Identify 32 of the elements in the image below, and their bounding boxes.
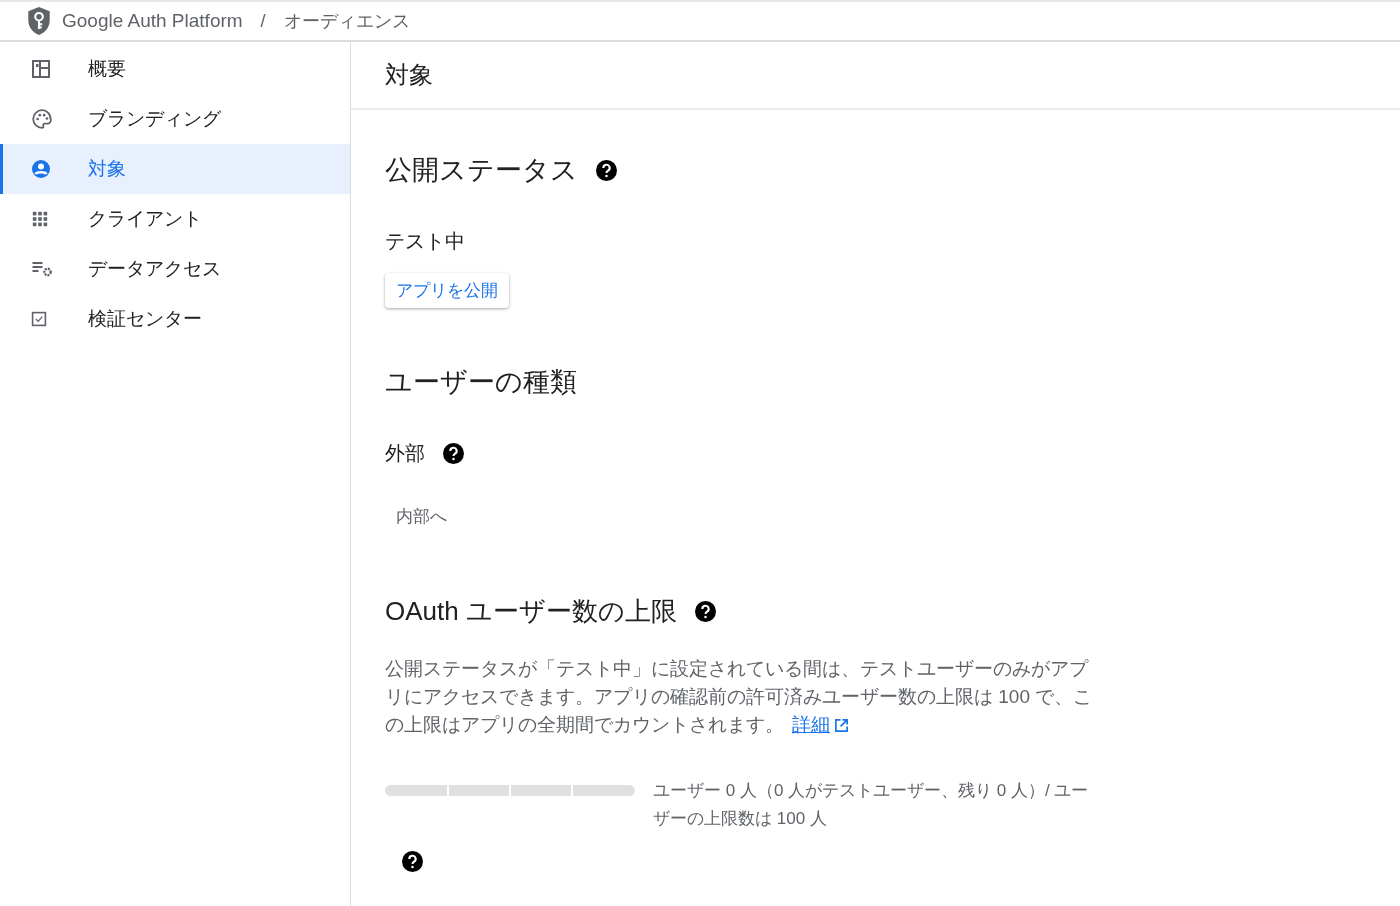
status-text: テスト中 (385, 229, 466, 254)
section-heading: OAuth ユーザー数の上限 (385, 595, 677, 628)
section-heading: ユーザーの種類 (385, 366, 577, 399)
palette-icon (31, 108, 53, 130)
product-name[interactable]: Google Auth Platform (62, 10, 243, 32)
help-icon[interactable] (596, 159, 617, 181)
sidebar-item[interactable]: データアクセス (0, 244, 350, 294)
user-count-text: ユーザー 0 人（0 人がテストユーザー、残り 0 人）/ ユーザーの上限数は 100 人 (653, 780, 1090, 830)
help-icon[interactable] (443, 443, 464, 464)
external-link-icon (834, 717, 849, 733)
help-icon[interactable] (694, 601, 716, 622)
shield-key-icon (26, 6, 52, 36)
grid-icon (31, 210, 49, 228)
sidebar-item[interactable]: 概要 (0, 44, 350, 94)
sidebar-item[interactable]: クライアント (0, 194, 350, 244)
checkbox-icon (31, 311, 47, 327)
sidebar-item[interactable]: 対象 (0, 144, 350, 194)
description-text: 公開ステータスが「テスト中」に設定されている間は、テストユーザーのみがアプリにアクセスできます。アプリの確認前の許可済みユーザー数の上限は 100 で、この上限はアプリの全期間でカウントされます。 詳細 (385, 655, 1095, 739)
user-type-text: 外部 (385, 441, 425, 466)
learn-more-link[interactable]: 詳細 (792, 711, 849, 739)
sidebar-item[interactable]: 検証センター (0, 294, 350, 344)
dashboard-icon (31, 59, 51, 79)
account-circle-icon (31, 159, 51, 179)
publish-app-button[interactable]: アプリを公開 (385, 273, 509, 308)
sidebar-item[interactable]: ブランディング (0, 94, 350, 144)
breadcrumb-page: オーディエンス (283, 10, 410, 33)
page-title: 対象 (385, 60, 433, 90)
section-heading: 公開ステータス (385, 154, 578, 187)
list-settings-icon (31, 259, 54, 279)
make-internal-button[interactable]: 内部へ (385, 499, 458, 534)
breadcrumb-separator: / (260, 10, 266, 32)
help-icon[interactable] (402, 851, 423, 872)
